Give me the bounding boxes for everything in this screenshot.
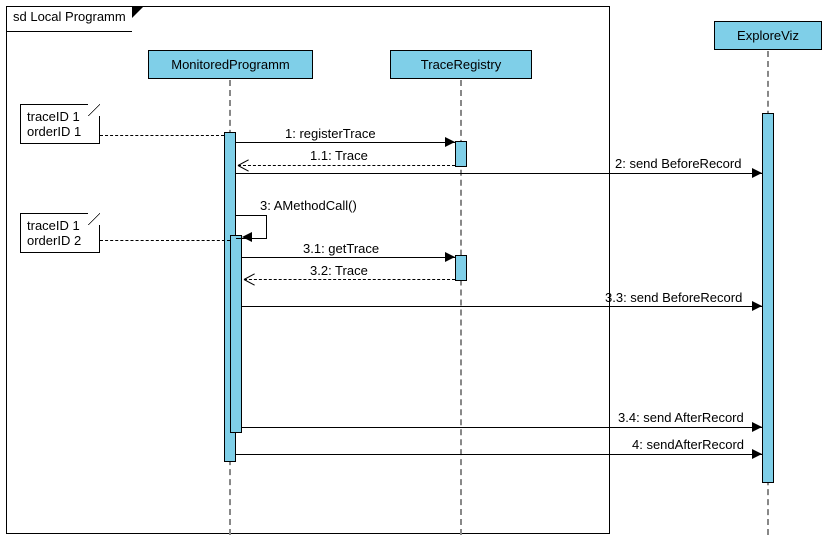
msg-amethodcall-arrow: [242, 232, 252, 242]
msg-trace-32: [244, 279, 455, 280]
activation-exploreviz: [762, 113, 774, 483]
msg-register-trace-label: 1: registerTrace: [285, 126, 376, 141]
note-trace1: traceID 1 orderID 1: [20, 104, 100, 144]
msg-trace-1-label: 1.1: Trace: [310, 148, 368, 163]
msg-before-2: [236, 173, 762, 174]
activation-registry-1: [455, 141, 467, 167]
note-trace2-anchor: [100, 240, 230, 241]
msg-before-33-label: 3.3: send BeforeRecord: [605, 290, 742, 305]
note-trace2-line2: orderID 2: [27, 233, 93, 248]
frame-label-tab: sd Local Programm: [6, 6, 132, 31]
msg-gettrace-label: 3.1: getTrace: [303, 241, 379, 256]
note-trace1-line2: orderID 1: [27, 124, 93, 139]
note-trace1-anchor: [100, 135, 224, 136]
msg-gettrace: [242, 257, 455, 258]
lifeline-exploreviz: ExploreViz: [714, 21, 822, 50]
msg-register-trace: [236, 142, 455, 143]
note-trace1-line1: traceID 1: [27, 109, 93, 124]
msg-after-4-arrow: [752, 449, 762, 459]
msg-after-34: [242, 427, 762, 428]
frame-title: sd Local Programm: [13, 9, 126, 24]
lifeline-exploreviz-label: ExploreViz: [737, 28, 799, 43]
msg-before-2-label: 2: send BeforeRecord: [615, 156, 741, 171]
msg-after-4: [236, 454, 762, 455]
activation-monitored-inner: [230, 235, 242, 433]
lifeline-traceregistry-label: TraceRegistry: [421, 57, 501, 72]
msg-after-34-arrow: [752, 422, 762, 432]
msg-trace-32-label: 3.2: Trace: [310, 263, 368, 278]
msg-register-trace-arrow: [445, 137, 455, 147]
msg-before-33-arrow: [752, 301, 762, 311]
msg-after-34-label: 3.4: send AfterRecord: [618, 410, 744, 425]
msg-gettrace-arrow: [445, 252, 455, 262]
lifeline-monitoredprogramm-label: MonitoredProgramm: [171, 57, 290, 72]
note-trace2: traceID 1 orderID 2: [20, 213, 100, 253]
msg-after-4-label: 4: sendAfterRecord: [632, 437, 744, 452]
lifeline-monitoredprogramm: MonitoredProgramm: [148, 50, 313, 79]
msg-before-33: [242, 306, 762, 307]
msg-trace-1: [238, 165, 455, 166]
msg-trace-32-arrow: [244, 274, 254, 284]
activation-registry-2: [455, 255, 467, 281]
note-trace2-line1: traceID 1: [27, 218, 93, 233]
msg-before-2-arrow: [752, 168, 762, 178]
lifeline-traceregistry: TraceRegistry: [390, 50, 532, 79]
msg-amethodcall-label: 3: AMethodCall(): [260, 198, 357, 213]
msg-trace-1-arrow: [238, 160, 248, 170]
